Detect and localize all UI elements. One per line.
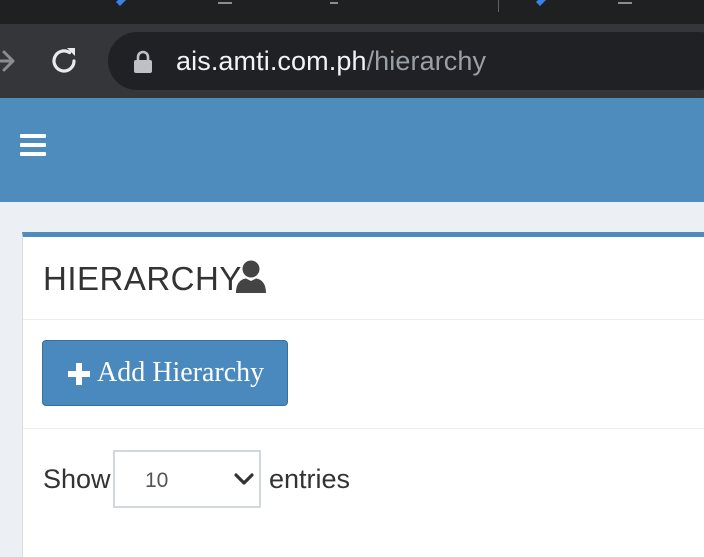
panel-header: HIERARCHY: [23, 237, 704, 320]
address-bar[interactable]: ais.amti.com.ph/hierarchy: [108, 32, 704, 90]
hierarchy-panel: HIERARCHY Add Hierarchy Show 10 entries: [22, 232, 704, 557]
tab-favicon-icon[interactable]: [532, 0, 548, 8]
entries-label: entries: [269, 464, 351, 494]
plus-icon: [68, 363, 90, 385]
reload-icon[interactable]: [47, 44, 81, 78]
chevron-down-icon: [234, 473, 254, 485]
page-size-select[interactable]: 10: [113, 450, 261, 508]
page-title: HIERARCHY: [43, 260, 242, 297]
show-label: Show: [43, 464, 111, 494]
forward-arrow-icon[interactable]: [0, 44, 20, 78]
tab-favicon-icon[interactable]: [112, 0, 128, 8]
add-hierarchy-button[interactable]: Add Hierarchy: [42, 340, 288, 406]
browser-toolbar: ais.amti.com.ph/hierarchy: [0, 24, 704, 98]
tab-title-fragment[interactable]: [330, 0, 338, 4]
tab-title-fragment[interactable]: [618, 0, 632, 4]
tab-separator: [498, 0, 499, 12]
url-host: ais.amti.com.ph: [176, 46, 367, 76]
page-size-value: 10: [145, 469, 169, 492]
browser-tab-strip: [0, 0, 704, 24]
url-text[interactable]: ais.amti.com.ph/hierarchy: [176, 44, 486, 78]
tab-title-fragment[interactable]: [218, 0, 232, 4]
app-header: [0, 98, 704, 202]
add-hierarchy-label: Add Hierarchy: [97, 357, 265, 388]
divider: [23, 428, 704, 429]
lock-icon: [134, 50, 152, 73]
hamburger-menu-icon[interactable]: [20, 134, 48, 160]
url-path: /hierarchy: [366, 46, 487, 76]
user-icon: [236, 260, 266, 293]
